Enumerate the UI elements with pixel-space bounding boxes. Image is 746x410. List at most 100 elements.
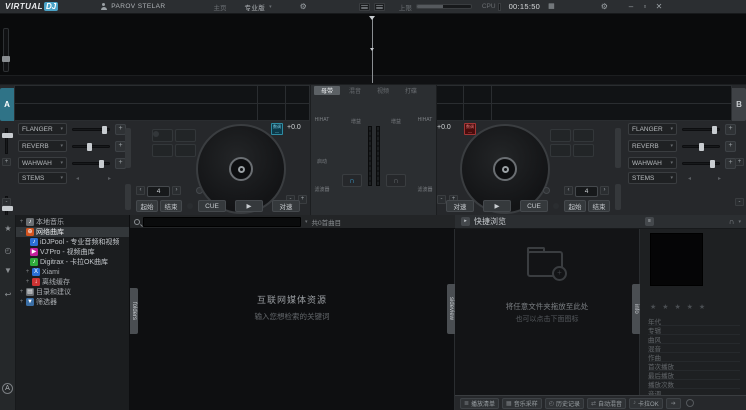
loop-out-button[interactable]: 结束 — [160, 200, 182, 212]
info-chevron-icon[interactable]: ▾ — [738, 219, 741, 225]
search-options-chevron-icon[interactable]: ▾ — [305, 219, 308, 225]
slip-toggle[interactable] — [553, 203, 559, 209]
status-dot[interactable] — [686, 399, 694, 407]
favorites-star-icon[interactable]: ★ — [0, 221, 16, 235]
stems-prev-icon[interactable]: ◂ — [688, 175, 691, 182]
fx-select-reverb[interactable]: REVERB▾ — [18, 140, 67, 152]
nav-home[interactable]: 主页 — [213, 2, 226, 12]
deck-a-pad-3[interactable] — [152, 144, 173, 157]
tree-item-local-music[interactable]: + ♪ 本地音乐 — [16, 217, 129, 227]
deck-a-tab[interactable]: A — [0, 88, 14, 121]
fx-select-wahwah[interactable]: WAHWAH▾ — [18, 157, 67, 169]
fx-select-wahwah[interactable]: WAHWAH▾ — [628, 157, 677, 169]
folders-vertical-tab[interactable]: folders — [130, 288, 138, 334]
deck-b-cue-button[interactable]: CUE — [520, 200, 548, 212]
automix-button[interactable]: ⇄自动混音 — [587, 398, 626, 409]
deck-a-sync-button[interactable]: 对速 — [272, 200, 300, 212]
loop-in-button[interactable]: 起始 — [136, 200, 158, 212]
edition-dropdown[interactable]: 专业版 ▾ — [244, 2, 271, 12]
tree-item-digitrax[interactable]: ♪ Digitrax - 卡拉OK曲库 — [16, 257, 129, 267]
expand-arrow-button[interactable]: ➔ — [666, 398, 681, 409]
deck-b-pad-2[interactable] — [573, 129, 594, 142]
loop-double-button[interactable]: › — [600, 186, 609, 195]
browser-font-size-button[interactable]: A — [2, 383, 13, 394]
deck-b-rail-minus-button[interactable]: - — [735, 198, 744, 206]
fx-slider-2[interactable] — [682, 145, 720, 148]
fx-select-flanger[interactable]: FLANGER▾ — [628, 123, 677, 135]
mixer-ch2-headphone-button[interactable]: ∩ — [386, 174, 406, 187]
tree-item-idjpool[interactable]: ♪ iDJPool - 专业音频和视频 — [16, 237, 129, 247]
license-gear-icon[interactable]: ⚙ — [300, 3, 307, 11]
deck-b-pitch-minus[interactable]: - — [437, 195, 446, 204]
tree-item-xiami[interactable]: + X Xiami — [16, 267, 129, 277]
deck-a-pad-4[interactable] — [175, 144, 196, 157]
history-clock-icon[interactable]: ◴ — [0, 243, 16, 257]
karaoke-button[interactable]: ♪卡拉OK — [629, 398, 663, 409]
fx-slider-1[interactable] — [682, 128, 720, 131]
mixer-tab-master[interactable]: 母带 — [314, 86, 340, 95]
deck-a-fx-side-tab[interactable] — [125, 128, 131, 168]
deck-a-loop-side-tab[interactable] — [125, 184, 131, 210]
sampler-button[interactable]: ▦音乐采样 — [502, 398, 542, 409]
wave-zoom-handle[interactable] — [2, 56, 10, 62]
deck-b-pad-1[interactable] — [550, 129, 571, 142]
deck-a-key-display[interactable]: 数调— — [271, 123, 283, 135]
shortcut-browse-panel[interactable]: 将任意文件夹拖放至此处 也可以点击下面图标 — [455, 215, 640, 395]
loop-half-button[interactable]: ‹ — [564, 186, 573, 195]
loop-roll-toggle[interactable] — [543, 187, 550, 194]
search-input[interactable] — [143, 217, 301, 227]
stems-next-icon[interactable]: ▸ — [108, 175, 111, 182]
track-list-panel[interactable]: 互联网媒体资源 输入您想检索的关键词 — [130, 215, 455, 410]
deck-b-pad-3[interactable] — [550, 144, 571, 157]
filter-funnel-icon[interactable]: ▼ — [0, 263, 16, 277]
fx-select-flanger[interactable]: FLANGER▾ — [18, 123, 67, 135]
mixer-ch1-headphone-button[interactable]: ∩ — [342, 174, 362, 187]
deck-a-cue-button[interactable]: CUE — [198, 200, 226, 212]
deck-a-wheel-mode-dot[interactable] — [153, 131, 159, 137]
fx-slider-3[interactable] — [682, 162, 720, 165]
deck-a-rail-plus-button[interactable]: + — [2, 158, 11, 166]
rating-stars[interactable]: ★ ★ ★ ★ ★ — [650, 303, 707, 311]
mixer-tab-scratch[interactable]: 打碟 — [398, 86, 424, 95]
fx-slider-3[interactable] — [72, 162, 110, 165]
rhythm-wave-panel[interactable] — [0, 14, 746, 75]
prelisten-headphone-icon[interactable]: ∩ — [729, 217, 735, 226]
tree-item-online-library[interactable]: - ⊕ 网络曲库 — [16, 227, 129, 237]
layout-toggle-1[interactable] — [359, 3, 370, 11]
deck-a-play-button[interactable]: ▶ — [235, 200, 263, 212]
layout-toggle-2[interactable] — [374, 3, 385, 11]
deck-b-tab[interactable]: B — [732, 88, 746, 121]
deck-a-stems-select[interactable]: STEMS▾ — [18, 172, 67, 184]
deck-b-key-display[interactable]: 数调— — [464, 123, 476, 135]
minimize-button[interactable]: – — [624, 2, 638, 11]
deck-b-fx-side-tab[interactable] — [615, 128, 621, 168]
deck-b-pad-4[interactable] — [573, 144, 594, 157]
tree-item-catalogs[interactable]: + ▤ 目录和建议 — [16, 287, 129, 297]
tree-item-vjpro[interactable]: ▶ VJ'Pro - 视频曲库 — [16, 247, 129, 257]
tree-item-offline-cache[interactable]: + ↓ 离线缓存 — [16, 277, 129, 287]
deck-b-play-button[interactable]: ▶ — [483, 200, 511, 212]
mixer-tab-mixer[interactable]: 混音 — [342, 86, 368, 95]
user-name[interactable]: PAROV STELAR — [111, 3, 165, 10]
fx-activate-1-button[interactable]: + — [725, 124, 736, 135]
deck-b-sync-button[interactable]: 对速 — [446, 200, 474, 212]
loop-half-button[interactable]: ‹ — [136, 186, 145, 195]
fx-slider-1[interactable] — [72, 128, 110, 131]
close-button[interactable]: ✕ — [652, 2, 666, 11]
deck-a-video-fader[interactable] — [5, 128, 8, 154]
history-button[interactable]: ◴历史记录 — [545, 398, 584, 409]
stems-next-icon[interactable]: ▸ — [718, 175, 721, 182]
stems-prev-icon[interactable]: ◂ — [76, 175, 79, 182]
fx-activate-2-button[interactable]: + — [725, 141, 736, 152]
info-vertical-tab[interactable]: info — [632, 284, 640, 334]
back-undo-icon[interactable]: ↩ — [0, 287, 16, 301]
fx-slider-2[interactable] — [72, 145, 110, 148]
mixer-tab-video[interactable]: 视频 — [370, 86, 396, 95]
tree-item-filters[interactable]: + ▼ 筛选器 — [16, 297, 129, 307]
slip-toggle[interactable] — [187, 203, 193, 209]
playlist-button[interactable]: ≣播放清单 — [460, 398, 499, 409]
deck-a-pad-2[interactable] — [175, 129, 196, 142]
loop-in-button[interactable]: 起始 — [564, 200, 586, 212]
fx-select-reverb[interactable]: REVERB▾ — [628, 140, 677, 152]
grid-icon[interactable]: ▦ — [548, 3, 555, 11]
